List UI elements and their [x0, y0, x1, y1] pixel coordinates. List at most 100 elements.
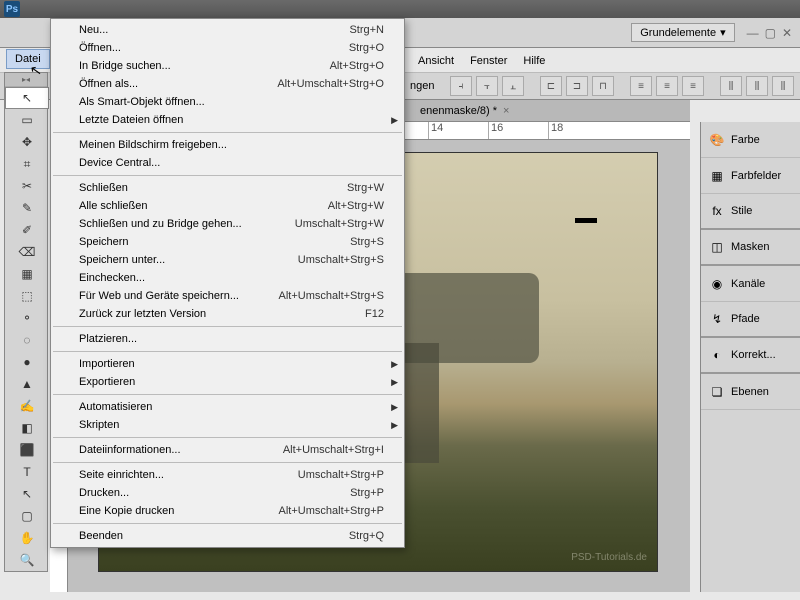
panel-label: Kanäle	[731, 278, 765, 290]
distribute-icon[interactable]: ⫼	[772, 76, 794, 96]
menu-item[interactable]: Importieren▶	[51, 355, 404, 373]
panel-label: Stile	[731, 205, 752, 217]
tool-button[interactable]: ▢	[5, 505, 49, 527]
menu-item[interactable]: Öffnen als...Alt+Umschalt+Strg+O	[51, 75, 404, 93]
menu-item-label: Dateiinformationen...	[79, 444, 181, 456]
menu-shortcut: Umschalt+Strg+P	[298, 469, 384, 481]
menu-hilfe[interactable]: Hilfe	[515, 52, 553, 70]
tool-button[interactable]: ✋	[5, 527, 49, 549]
distribute-icon[interactable]: ⫼	[746, 76, 768, 96]
menu-item-label: Neu...	[79, 24, 108, 36]
tool-button[interactable]: ⚬	[5, 307, 49, 329]
menu-fenster[interactable]: Fenster	[462, 52, 515, 70]
align-icon[interactable]: ⊏	[540, 76, 562, 96]
tool-button[interactable]: ▦	[5, 263, 49, 285]
panel-icon: ◐	[709, 347, 725, 363]
menu-item[interactable]: Für Web und Geräte speichern...Alt+Umsch…	[51, 287, 404, 305]
close-tab-icon[interactable]: ×	[503, 105, 509, 117]
panel-item[interactable]: fxStile	[701, 194, 800, 230]
align-icon[interactable]: ⊐	[566, 76, 588, 96]
menu-item[interactable]: Speichern unter... Umschalt+Strg+S	[51, 251, 404, 269]
align-icon[interactable]: ⫞	[450, 76, 472, 96]
menu-item-label: Alle schließen	[79, 200, 147, 212]
panel-item[interactable]: ◐Korrekt...	[701, 338, 800, 374]
menu-item[interactable]: Eine Kopie druckenAlt+Umschalt+Strg+P	[51, 502, 404, 520]
menu-item[interactable]: Zurück zur letzten VersionF12	[51, 305, 404, 323]
distribute-icon[interactable]: ≡	[656, 76, 678, 96]
tool-button[interactable]: ●	[5, 351, 49, 373]
menu-item[interactable]: Öffnen...Strg+O	[51, 39, 404, 57]
menu-item[interactable]: Meinen Bildschirm freigeben...	[51, 136, 404, 154]
menu-item-label: Schließen	[79, 182, 128, 194]
panel-icon: ◉	[709, 276, 725, 292]
align-icon[interactable]: ⫠	[502, 76, 524, 96]
distribute-icon[interactable]: ≡	[682, 76, 704, 96]
distribute-icon[interactable]: ⫼	[720, 76, 742, 96]
menu-item[interactable]: Einchecken...	[51, 269, 404, 287]
tool-button[interactable]: ✐	[5, 219, 49, 241]
align-icon[interactable]: ⫟	[476, 76, 498, 96]
toolbox-grip[interactable]: ▸◂	[5, 73, 47, 87]
menu-item[interactable]: Skripten▶	[51, 416, 404, 434]
tool-button[interactable]: ✂	[5, 175, 49, 197]
tool-button[interactable]: ⬛	[5, 439, 49, 461]
tool-button[interactable]: 🔍	[5, 549, 49, 571]
menu-shortcut: Umschalt+Strg+S	[298, 254, 384, 266]
menu-item[interactable]: Drucken...Strg+P	[51, 484, 404, 502]
align-icon[interactable]: ⊓	[592, 76, 614, 96]
menu-item[interactable]: Neu...Strg+N	[51, 21, 404, 39]
menu-ansicht[interactable]: Ansicht	[410, 52, 462, 70]
menu-item[interactable]: Alle schließenAlt+Strg+W	[51, 197, 404, 215]
menu-shortcut: Alt+Umschalt+Strg+O	[277, 78, 384, 90]
menu-item[interactable]: Automatisieren▶	[51, 398, 404, 416]
menu-item[interactable]: BeendenStrg+Q	[51, 527, 404, 545]
tool-button[interactable]: ⬚	[5, 285, 49, 307]
menu-datei[interactable]: Datei	[6, 49, 50, 69]
tool-button[interactable]: ▲	[5, 373, 49, 395]
menu-item[interactable]: Device Central...	[51, 154, 404, 172]
menu-item[interactable]: Letzte Dateien öffnen▶	[51, 111, 404, 129]
tool-button[interactable]: ✎	[5, 197, 49, 219]
tool-button[interactable]: ⌫	[5, 241, 49, 263]
panel-item[interactable]: ❏Ebenen	[701, 374, 800, 410]
menu-separator	[53, 394, 402, 395]
tool-button[interactable]: ◌	[5, 329, 49, 351]
tool-button[interactable]: ⌗	[5, 153, 49, 175]
workspace-label: Grundelemente	[640, 27, 716, 39]
menu-item[interactable]: Seite einrichten... Umschalt+Strg+P	[51, 466, 404, 484]
tool-button[interactable]: ↖	[5, 483, 49, 505]
panel-item[interactable]: ◫Masken	[701, 230, 800, 266]
workspace-switcher[interactable]: Grundelemente ▾	[631, 23, 734, 42]
tool-button[interactable]: ✍	[5, 395, 49, 417]
distribute-icon[interactable]: ≡	[630, 76, 652, 96]
panel-item[interactable]: ▦Farbfelder	[701, 158, 800, 194]
menu-item[interactable]: Platzieren...	[51, 330, 404, 348]
menu-item[interactable]: Dateiinformationen... Alt+Umschalt+Strg+I	[51, 441, 404, 459]
menu-item[interactable]: Als Smart-Objekt öffnen...	[51, 93, 404, 111]
menu-item-label: Seite einrichten...	[79, 469, 164, 481]
submenu-arrow-icon: ▶	[391, 377, 398, 388]
tool-button[interactable]: ↖	[5, 87, 49, 109]
menu-item[interactable]: SchließenStrg+W	[51, 179, 404, 197]
menu-bar: Datei	[4, 48, 52, 70]
menu-item[interactable]: In Bridge suchen...Alt+Strg+O	[51, 57, 404, 75]
panel-item[interactable]: ◉ Kanäle	[701, 266, 800, 302]
menu-item-label: Speichern unter...	[79, 254, 165, 266]
tool-button[interactable]: T	[5, 461, 49, 483]
tool-button[interactable]: ▭	[5, 109, 49, 131]
menu-separator	[53, 175, 402, 176]
minimize-button[interactable]: —	[747, 26, 759, 40]
menu-item[interactable]: SpeichernStrg+S	[51, 233, 404, 251]
tool-button[interactable]: ◧	[5, 417, 49, 439]
panel-item[interactable]: ↯Pfade	[701, 302, 800, 338]
document-tab-label[interactable]: enenmaske/8) *	[420, 105, 497, 117]
menu-item[interactable]: Schließen und zu Bridge gehen...Umschalt…	[51, 215, 404, 233]
menu-shortcut: Alt+Umschalt+Strg+I	[283, 444, 384, 456]
close-button[interactable]: ✕	[782, 26, 792, 40]
menu-item-label: Für Web und Geräte speichern...	[79, 290, 239, 302]
panel-item[interactable]: 🎨Farbe	[701, 122, 800, 158]
menu-item-label: Device Central...	[79, 157, 160, 169]
tool-button[interactable]: ✥	[5, 131, 49, 153]
menu-item[interactable]: Exportieren▶	[51, 373, 404, 391]
maximize-button[interactable]: ▢	[765, 26, 776, 40]
